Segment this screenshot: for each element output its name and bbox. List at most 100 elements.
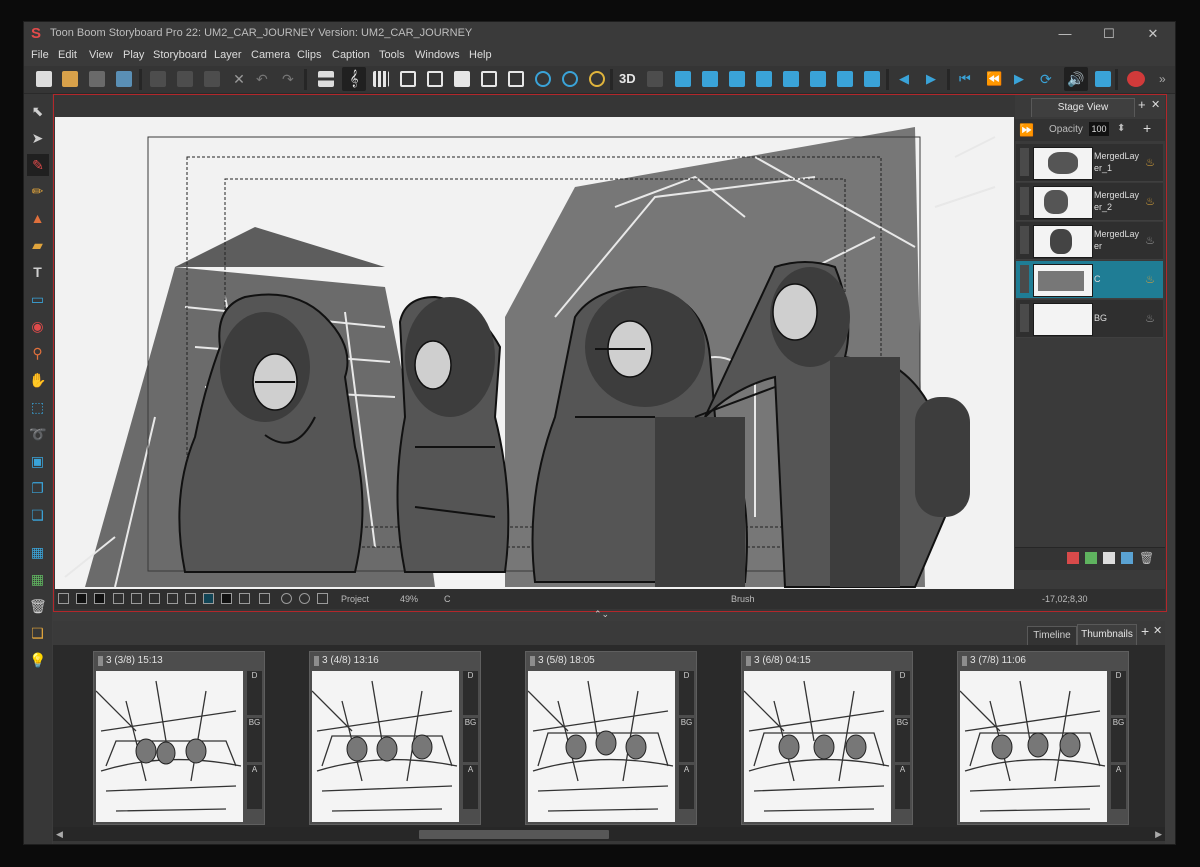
menu-file[interactable]: File xyxy=(31,49,49,61)
layer-visibility-icon[interactable] xyxy=(1020,265,1029,293)
lasso-icon[interactable]: ➰ xyxy=(29,426,46,443)
camera4-icon[interactable] xyxy=(756,71,772,87)
duplicate-layer-icon[interactable] xyxy=(1103,552,1115,564)
expand-icon[interactable]: ⏩ xyxy=(1019,123,1034,137)
rotate-icon[interactable] xyxy=(281,593,292,604)
brush-icon[interactable]: ✎ xyxy=(27,154,49,176)
field-toggle-icon[interactable] xyxy=(149,593,160,604)
light-table-icon[interactable] xyxy=(185,593,196,604)
layer-row[interactable]: MergedLayer_2 ♨ xyxy=(1016,183,1163,221)
light-table-icon[interactable]: ♨ xyxy=(1145,312,1155,325)
save-icon[interactable] xyxy=(89,71,105,87)
hand-icon[interactable]: ✋ xyxy=(29,372,46,389)
counter-icon[interactable] xyxy=(221,593,232,604)
bulb-icon[interactable]: 💡 xyxy=(29,652,46,669)
grid-toggle-icon[interactable] xyxy=(94,593,105,604)
add-view-icon[interactable]: + xyxy=(1138,97,1146,112)
music-icon[interactable]: 𝄞 xyxy=(342,67,366,91)
paste-icon[interactable] xyxy=(204,71,220,87)
layout3-icon[interactable] xyxy=(454,71,470,87)
undo-icon[interactable]: ↶ xyxy=(256,71,272,87)
camera-tool-icon[interactable]: ❏ xyxy=(29,507,46,524)
light-table-icon[interactable]: ♨ xyxy=(1145,195,1155,208)
marquee-icon[interactable]: ⬚ xyxy=(29,399,46,416)
redo-icon[interactable]: ↷ xyxy=(282,71,298,87)
menu-help[interactable]: Help xyxy=(469,49,492,61)
layer-row[interactable]: MergedLayer_1 ♨ xyxy=(1016,144,1163,182)
drag-handle-icon[interactable] xyxy=(98,656,103,666)
safe-area-icon[interactable] xyxy=(76,593,87,604)
layer-tag-a[interactable]: A xyxy=(679,765,694,809)
opacity-field[interactable]: 100 xyxy=(1089,122,1109,136)
menu-layer[interactable]: Layer xyxy=(214,49,242,61)
onion-icon[interactable] xyxy=(167,593,178,604)
menu-clips[interactable]: Clips xyxy=(297,49,321,61)
reset-icon[interactable] xyxy=(299,593,310,604)
add-bitmap-layer-icon[interactable] xyxy=(1085,552,1097,564)
overflow-icon[interactable]: » xyxy=(1159,71,1175,87)
add-view-icon[interactable]: + xyxy=(1141,623,1149,639)
scene-icon[interactable]: ❑ xyxy=(29,625,46,642)
horizontal-scrollbar[interactable]: ◀ ▶ xyxy=(53,827,1165,841)
tab-timeline[interactable]: Timeline xyxy=(1027,626,1077,645)
layer-tag-a[interactable]: A xyxy=(463,765,478,809)
share-icon[interactable] xyxy=(1095,71,1111,87)
layout-toggle-icon[interactable] xyxy=(131,593,142,604)
light-table-icon[interactable]: ♨ xyxy=(1145,156,1155,169)
menu-tools[interactable]: Tools xyxy=(379,49,405,61)
camera5-icon[interactable] xyxy=(783,71,799,87)
drag-handle-icon[interactable] xyxy=(314,656,319,666)
layer-row[interactable]: MergedLayer ♨ xyxy=(1016,222,1163,260)
grid-icon[interactable] xyxy=(373,71,389,87)
stamp-icon[interactable]: ▲ xyxy=(29,210,46,227)
new-icon[interactable] xyxy=(36,71,52,87)
panel-thumbnail[interactable]: 3 (3/8) 15:13 D BG A xyxy=(93,651,265,825)
drag-handle-icon[interactable] xyxy=(962,656,967,666)
zoom-level[interactable]: 49% xyxy=(400,594,418,604)
layer-tag-bg[interactable]: BG xyxy=(895,718,910,762)
layer-tag-bg[interactable]: BG xyxy=(463,718,478,762)
light-table-icon[interactable]: ♨ xyxy=(1145,234,1155,247)
layer-icon[interactable]: ❐ xyxy=(29,480,46,497)
layer-tag-bg[interactable]: BG xyxy=(247,718,262,762)
save-as-icon[interactable] xyxy=(116,71,132,87)
maximize-button[interactable]: ☐ xyxy=(1087,22,1131,46)
loop-icon[interactable]: ⟳ xyxy=(1040,71,1056,87)
color-icon[interactable] xyxy=(317,593,328,604)
pane-splitter-icon[interactable]: ⌃⌄ xyxy=(594,609,628,621)
camera3-icon[interactable] xyxy=(729,71,745,87)
delete-layer-icon[interactable]: 🗑 xyxy=(1139,551,1154,565)
minimize-button[interactable]: — xyxy=(1043,22,1087,46)
sound-icon[interactable]: 🔊 xyxy=(1064,67,1088,91)
drag-handle-icon[interactable] xyxy=(746,656,751,666)
layer-row[interactable]: C ♨ xyxy=(1016,261,1163,299)
select-icon[interactable]: ⬉ xyxy=(29,103,46,120)
zoom-in-icon[interactable] xyxy=(535,71,551,87)
camera6-icon[interactable] xyxy=(810,71,826,87)
prev-frame-icon[interactable]: ⏪ xyxy=(986,71,1002,87)
panel-thumbnail[interactable]: 3 (6/8) 04:15 D BG A xyxy=(741,651,913,825)
ruler-icon[interactable] xyxy=(318,71,334,87)
camera2-icon[interactable] xyxy=(702,71,718,87)
zoom-out-icon[interactable] xyxy=(562,71,578,87)
rectangle-icon[interactable]: ▭ xyxy=(29,291,46,308)
close-button[interactable]: ✕ xyxy=(1131,22,1175,46)
light-table-icon[interactable]: ♨ xyxy=(1145,273,1155,286)
tab-stage-view[interactable]: Stage View xyxy=(1031,98,1135,117)
panel-thumbnail[interactable]: 3 (7/8) 11:06 D BG A xyxy=(957,651,1129,825)
layer-visibility-icon[interactable] xyxy=(1020,187,1029,215)
frame-icon[interactable] xyxy=(508,71,524,87)
layer-tag-a[interactable]: A xyxy=(895,765,910,809)
project-label[interactable]: Project xyxy=(341,594,369,604)
layer-tag-d[interactable]: D xyxy=(1111,671,1126,715)
menu-camera[interactable]: Camera xyxy=(251,49,290,61)
panel-thumbnail[interactable]: 3 (4/8) 13:16 D BG A xyxy=(309,651,481,825)
first-icon[interactable]: ⏮ xyxy=(959,71,975,87)
layer-tag-d[interactable]: D xyxy=(247,671,262,715)
menu-play[interactable]: Play xyxy=(123,49,144,61)
preview-icon[interactable] xyxy=(239,593,250,604)
play-icon[interactable]: ▶ xyxy=(1014,71,1030,87)
cut-icon[interactable] xyxy=(150,71,166,87)
layer-row[interactable]: BG ♨ xyxy=(1016,300,1163,338)
paint-icon[interactable]: ◉ xyxy=(29,318,46,335)
